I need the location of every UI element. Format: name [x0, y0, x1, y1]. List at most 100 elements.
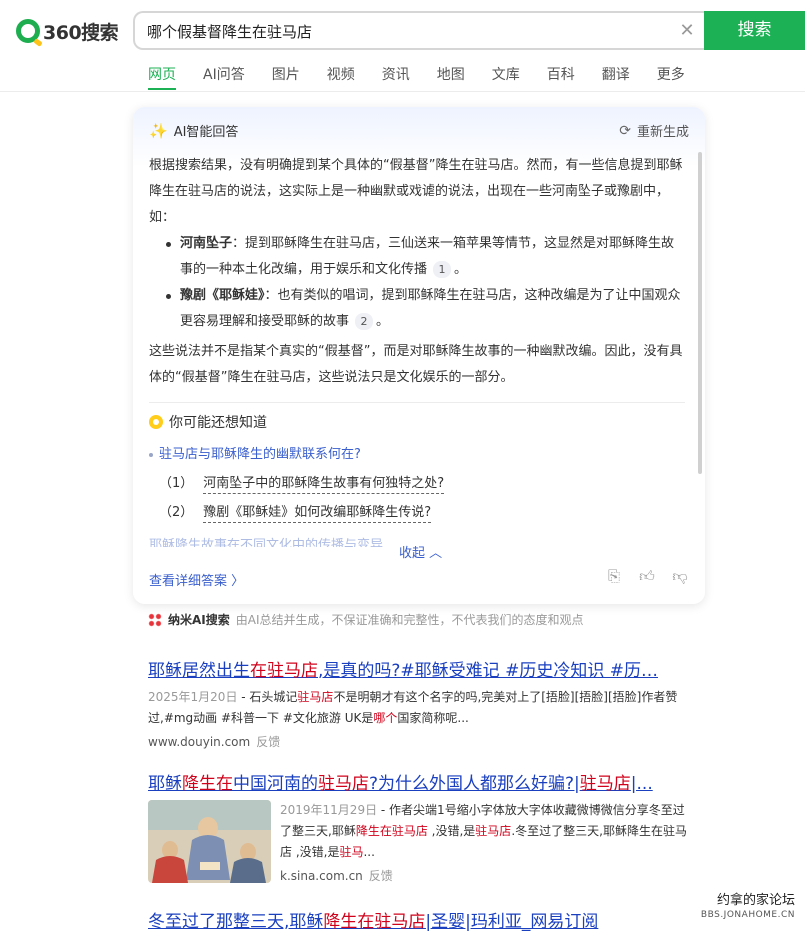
bullet-dot-icon	[149, 452, 153, 457]
highlight-text: 降生在驻马店	[323, 912, 426, 932]
collapse-button[interactable]: 收起 ︿	[399, 542, 442, 561]
ai-intro: 根据搜索结果，没有明确提到某个具体的“假基督”降生在驻马店。然而，有一些信息提到…	[149, 158, 683, 225]
text-segment: - 石头城记	[237, 690, 298, 704]
feedback-link[interactable]: 反馈	[369, 869, 393, 883]
text-segment: |...	[630, 774, 653, 794]
sub-question-text: 豫剧《耶稣娃》如何改编耶稣降生传说?	[203, 505, 432, 523]
ai-answer-body: 根据搜索结果，没有明确提到某个具体的“假基督”降生在驻马店。然而，有一些信息提到…	[149, 153, 686, 391]
watermark-title: 约拿的家论坛	[716, 893, 795, 908]
result-thumbnail[interactable]	[148, 800, 271, 883]
ai-answer-card: ✨ AI智能回答 ⟳ 重新生成 根据搜索结果，没有明确提到某个具体的“假基督”降…	[133, 107, 705, 604]
text-segment: |圣婴|玛利亚_网易订阅	[425, 912, 599, 932]
related-section-title: 你可能还想知道	[149, 412, 267, 432]
thumbs-up-icon[interactable]: 👍︎	[638, 567, 656, 585]
result-domain[interactable]: www.douyin.com	[148, 735, 250, 749]
text-segment: ,没错,是	[427, 824, 476, 838]
sub-question-number: （2）	[159, 505, 194, 520]
ai-conclusion: 这些说法并不是指某个真实的“假基督”，而是对耶稣降生故事的一种幽默改编。因此，没…	[149, 344, 683, 385]
highlight-text: 驻马店	[318, 774, 369, 794]
tab-6[interactable]: 文库	[492, 64, 520, 90]
regenerate-button[interactable]: ⟳ 重新生成	[619, 121, 689, 141]
tab-7[interactable]: 百科	[547, 64, 575, 90]
search-button[interactable]: 搜索	[704, 11, 805, 50]
highlight-text: 在驻马店	[250, 661, 318, 681]
painting-image	[148, 800, 271, 883]
search-input[interactable]	[147, 20, 667, 42]
header: 360搜索 ✕ 搜索 网页 AI问答 图片 视频 资讯 地图 文库 百科 翻译 更多	[0, 0, 805, 92]
ai-source-line: 纳米AI搜索 由AI总结并生成，不保证准确和完整性，不代表我们的态度和观点	[148, 611, 584, 628]
source-name: 纳米AI搜索	[168, 613, 230, 627]
source-note: 由AI总结并生成，不保证准确和完整性，不代表我们的态度和观点	[235, 613, 584, 627]
text-segment: ?为什么外国人都那么好骗?|	[369, 774, 580, 794]
logo[interactable]: 360搜索	[16, 17, 119, 45]
text-segment: ,是真的吗?#耶稣受难记 #历史冷知识 #历…	[318, 661, 658, 681]
tab-5[interactable]: 地图	[437, 64, 465, 90]
highlight-text: 降生在驻马店	[355, 824, 428, 838]
text-segment: 国家简称呢...	[397, 711, 469, 725]
text-segment: ...	[363, 845, 375, 859]
sparkle-icon: ✨	[149, 121, 168, 140]
citation-badge[interactable]: 1	[433, 261, 452, 278]
search-box: ✕	[133, 11, 706, 50]
citation-badge[interactable]: 2	[355, 313, 374, 330]
tab-1[interactable]: AI问答	[203, 64, 245, 90]
text-segment: 冬至过了那整三天,耶稣	[148, 912, 324, 932]
bullet-end: 。	[376, 314, 390, 329]
logo-text: 360搜索	[43, 21, 119, 44]
ai-card-scrollbar[interactable]	[698, 152, 702, 474]
regenerate-label: 重新生成	[636, 125, 689, 140]
bullet-end: 。	[454, 262, 468, 277]
result-domain[interactable]: k.sina.com.cn	[280, 869, 363, 883]
result-title-link[interactable]: 冬至过了那整三天,耶稣降生在驻马店|圣婴|玛利亚_网易订阅	[148, 907, 688, 932]
tab-3[interactable]: 视频	[327, 64, 355, 90]
highlight-text: 哪个	[373, 711, 398, 725]
watermark-url: BBS.JONAHOME.CN	[700, 910, 795, 920]
card-actions: ⎘ 👍︎ 👎︎	[590, 567, 689, 585]
tab-9[interactable]: 更多	[657, 64, 685, 90]
sub-question-2[interactable]: （2） 豫剧《耶稣娃》如何改编耶稣降生传说?	[159, 501, 432, 523]
view-detail-link[interactable]: 查看详细答案 〉	[149, 570, 244, 589]
highlight-text: 驻马	[339, 845, 364, 859]
tab-0[interactable]: 网页	[148, 64, 176, 90]
result-snippet: 2019年11月29日 - 作者尖端1号缩小字体放大字体收藏微博微信分享冬至过了…	[280, 800, 688, 863]
tab-4[interactable]: 资讯	[382, 64, 410, 90]
bullet-term: 河南坠子	[180, 236, 233, 251]
feedback-link[interactable]: 反馈	[256, 735, 280, 749]
search-result: 冬至过了那整三天,耶稣降生在驻马店|圣婴|玛利亚_网易订阅	[148, 907, 688, 932]
tab-8[interactable]: 翻译	[602, 64, 630, 90]
text-segment: 耶稣	[148, 774, 182, 794]
search-result: 耶稣居然出生在驻马店,是真的吗?#耶稣受难记 #历史冷知识 #历… 2025年1…	[148, 656, 688, 750]
related-question-text: 驻马店与耶稣降生的幽默联系何在?	[159, 447, 361, 462]
sub-question-1[interactable]: （1） 河南坠子中的耶稣降生故事有何独特之处?	[159, 472, 445, 494]
divider	[149, 402, 685, 403]
result-url: www.douyin.com 反馈	[148, 733, 688, 750]
bullet-text: ：提到耶稣降生在驻马店，三仙送来一箱苹果等情节，这显然是对耶稣降生故事的一种本土…	[180, 236, 675, 277]
highlight-text: 驻马店	[475, 824, 512, 838]
related-question-link[interactable]: 驻马店与耶稣降生的幽默联系何在?	[149, 443, 361, 462]
thumbs-down-icon[interactable]: 👎︎	[671, 567, 689, 585]
nav-tabs: 网页 AI问答 图片 视频 资讯 地图 文库 百科 翻译 更多	[148, 64, 712, 92]
nami-logo-icon	[148, 612, 162, 627]
ai-bullet-item: 河南坠子：提到耶稣降生在驻马店，三仙送来一箱苹果等情节，这显然是对耶稣降生故事的…	[149, 231, 686, 283]
related-section-label: 你可能还想知道	[169, 415, 267, 431]
text-segment: 中国河南的	[233, 774, 318, 794]
highlight-text: 驻马店	[297, 690, 334, 704]
highlight-text: 降生在	[182, 774, 233, 794]
text-segment: 耶稣居然出生	[148, 661, 250, 681]
highlight-text: 驻马店	[579, 774, 631, 794]
result-url: k.sina.com.cn 反馈	[280, 867, 688, 884]
tab-2[interactable]: 图片	[272, 64, 300, 90]
close-icon[interactable]: ✕	[676, 20, 698, 42]
ai-bullets: 河南坠子：提到耶稣降生在驻马店，三仙送来一箱苹果等情节，这显然是对耶稣降生故事的…	[149, 231, 686, 335]
refresh-icon: ⟳	[619, 122, 631, 139]
ai-card-title: AI智能回答	[173, 125, 239, 140]
result-title-link[interactable]: 耶稣降生在中国河南的驻马店?为什么外国人都那么好骗?|驻马店|...	[148, 769, 688, 794]
ai-card-header: ✨ AI智能回答	[149, 121, 239, 141]
copy-icon[interactable]: ⎘	[605, 567, 623, 585]
result-title-link[interactable]: 耶稣居然出生在驻马店,是真的吗?#耶稣受难记 #历史冷知识 #历…	[148, 656, 688, 681]
bullet-term: 豫剧《耶稣娃》	[180, 288, 265, 303]
watermark: 约拿的家论坛 BBS.JONAHOME.CN	[701, 893, 795, 923]
logo-mark-icon	[16, 19, 40, 43]
result-date: 2025年1月20日	[148, 690, 238, 704]
search-result: 耶稣降生在中国河南的驻马店?为什么外国人都那么好骗?|驻马店|... 2019年…	[148, 769, 688, 884]
